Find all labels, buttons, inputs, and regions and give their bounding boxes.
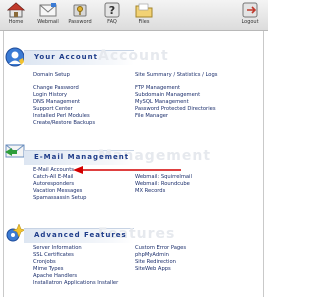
link-support-center[interactable]: Support Center xyxy=(33,106,73,112)
link-create-restore-backups[interactable]: Create/Restore Backups xyxy=(33,120,95,126)
link-email-accounts[interactable]: E-Mail Accounts xyxy=(33,167,74,173)
email-section-title: E-Mail Management xyxy=(34,153,130,161)
link-domain-setup[interactable]: Domain Setup xyxy=(33,72,70,78)
link-installed-perl-modules[interactable]: Installed Perl Modules xyxy=(33,113,90,119)
link-custom-error-pages[interactable]: Custom Error Pages xyxy=(135,245,186,251)
link-login-history[interactable]: Login History xyxy=(33,92,67,98)
mail-icon xyxy=(39,3,57,17)
toolbar-files-label: Files xyxy=(138,19,150,25)
toolbar-faq-button[interactable]: ? FAQ xyxy=(98,2,126,25)
link-change-password[interactable]: Change Password xyxy=(33,85,79,91)
top-toolbar: Home Webmail Password ? FAQ Files Logout xyxy=(0,0,268,31)
home-icon xyxy=(7,2,25,18)
link-ftp-management[interactable]: FTP Management xyxy=(135,85,180,91)
toolbar-home-label: Home xyxy=(8,19,24,25)
logout-icon xyxy=(242,2,258,18)
svg-text:?: ? xyxy=(109,4,115,17)
link-apache-handlers[interactable]: Apache Handlers xyxy=(33,273,77,279)
link-vacation-messages[interactable]: Vacation Messages xyxy=(33,188,82,194)
toolbar-password-button[interactable]: Password xyxy=(66,2,94,25)
link-webmail-roundcube[interactable]: Webmail: Roundcube xyxy=(135,181,190,187)
link-autoresponders[interactable]: Autoresponders xyxy=(33,181,74,187)
link-siteweb-apps[interactable]: SiteWeb Apps xyxy=(135,266,171,272)
folder-icon xyxy=(135,3,153,18)
advanced-header-bar: Features Advanced Features xyxy=(24,226,174,243)
email-section-icon xyxy=(5,144,25,158)
link-spamassassin-setup[interactable]: Spamassassin Setup xyxy=(33,195,86,201)
toolbar-password-label: Password xyxy=(68,19,92,25)
account-header-watermark: Account xyxy=(98,48,169,64)
link-site-summary[interactable]: Site Summary / Statistics / Logs xyxy=(135,72,217,78)
account-icon xyxy=(5,47,25,67)
advanced-features-icon xyxy=(6,223,26,242)
link-ssl-certificates[interactable]: SSL Certificates xyxy=(33,252,74,258)
key-icon xyxy=(73,4,87,17)
account-section-title: Your Account xyxy=(34,53,98,61)
link-phpmyadmin[interactable]: phpMyAdmin xyxy=(135,252,169,258)
advanced-section-title: Advanced Features xyxy=(34,231,127,239)
toolbar-logout-label: Logout xyxy=(241,19,259,25)
link-cronjobs[interactable]: Cronjobs xyxy=(33,259,56,265)
link-dns-management[interactable]: DNS Management xyxy=(33,99,80,105)
toolbar-faq-label: FAQ xyxy=(107,19,117,25)
toolbar-home-button[interactable]: Home xyxy=(2,2,30,25)
toolbar-logout-button[interactable]: Logout xyxy=(236,2,264,25)
link-server-information[interactable]: Server Information xyxy=(33,245,82,251)
email-header-bar: Management E-Mail Management xyxy=(24,148,210,165)
toolbar-webmail-button[interactable]: Webmail xyxy=(34,2,62,25)
link-site-redirection[interactable]: Site Redirection xyxy=(135,259,176,265)
account-header-bar: Account Your Account xyxy=(24,48,168,65)
link-mime-types[interactable]: Mime Types xyxy=(33,266,63,272)
link-installatron-installer[interactable]: Installatron Applications Installer xyxy=(33,280,118,286)
red-arrow-annotation xyxy=(73,166,181,174)
toolbar-files-button[interactable]: Files xyxy=(130,2,158,25)
link-mx-records[interactable]: MX Records xyxy=(135,188,165,194)
link-password-protected-directories[interactable]: Password Protected Directories xyxy=(135,106,216,112)
toolbar-webmail-label: Webmail xyxy=(37,19,59,25)
link-webmail-squirrelmail[interactable]: Webmail: Squirrelmail xyxy=(135,174,192,180)
link-file-manager[interactable]: File Manager xyxy=(135,113,168,119)
link-mysql-management[interactable]: MySQL Management xyxy=(135,99,189,105)
link-subdomain-management[interactable]: Subdomain Management xyxy=(135,92,200,98)
link-catch-all-email[interactable]: Catch-All E-Mail xyxy=(33,174,74,180)
question-icon: ? xyxy=(104,2,120,18)
